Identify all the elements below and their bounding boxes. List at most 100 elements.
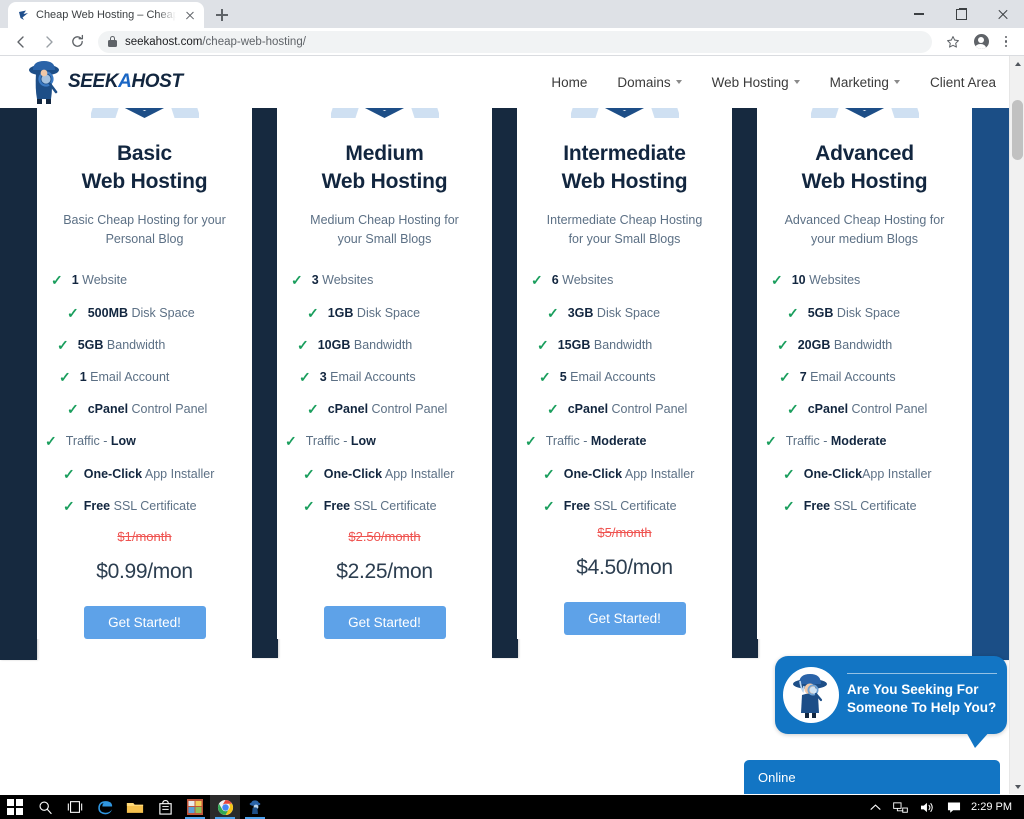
feature-text: SSL Certificate	[350, 498, 437, 513]
nav-item-marketing[interactable]: Marketing	[830, 75, 900, 90]
get-started-button[interactable]: Get Started!	[323, 605, 446, 639]
plan-name: Advanced	[815, 142, 914, 165]
nav-item-home[interactable]: Home	[551, 75, 587, 90]
address-bar[interactable]: seekahost.com/cheap-web-hosting/	[98, 30, 932, 53]
star-icon[interactable]	[940, 29, 966, 55]
logo-text-highlight: A	[118, 71, 132, 92]
feature-text: App Installer	[862, 466, 932, 481]
nav-item-domains[interactable]: Domains	[617, 75, 682, 90]
feature-text: Email Accounts	[566, 370, 656, 384]
scroll-up-icon[interactable]	[1010, 56, 1024, 71]
feature-item: ✓ cPanel Control Panel	[281, 400, 488, 418]
chrome-icon[interactable]	[210, 795, 240, 819]
minimize-icon[interactable]	[898, 0, 940, 28]
current-price: $0.99/mon	[96, 559, 193, 583]
feature-item: ✓ 20GB Bandwidth	[761, 336, 968, 354]
current-price: $4.50/mon	[576, 555, 673, 579]
plan-name-line2: Web Hosting	[81, 170, 208, 194]
windows-start-icon[interactable]	[0, 795, 30, 819]
check-icon: ✓	[63, 465, 75, 482]
volume-icon[interactable]	[914, 795, 941, 819]
feature-text: Bandwidth	[103, 337, 166, 352]
check-icon: ✓	[543, 465, 555, 482]
feature-item: ✓ 3 Websites	[281, 271, 488, 289]
feature-item: ✓ 1GB Disk Space	[281, 304, 488, 322]
task-view-icon[interactable]	[60, 795, 90, 819]
new-tab-button[interactable]	[208, 2, 236, 28]
chevron-down-icon	[893, 80, 900, 84]
edge-icon[interactable]	[90, 795, 120, 819]
feature-text: Email Accounts	[326, 370, 416, 384]
chevron-up-icon[interactable]	[864, 795, 887, 819]
check-icon: ✓	[57, 336, 69, 353]
logo-wordmark: SEEKAHOST	[68, 71, 183, 93]
nav-item-web-hosting[interactable]: Web Hosting	[712, 75, 800, 90]
feature-item: ✓ Traffic - Moderate	[761, 432, 968, 450]
plan-name-line2: Web Hosting	[561, 170, 688, 194]
scrollbar-thumb[interactable]	[1012, 100, 1023, 160]
plan-name: Medium	[345, 142, 424, 165]
feature-strong: Moderate	[590, 434, 647, 449]
check-icon: ✓	[547, 401, 559, 418]
vertical-scrollbar[interactable]	[1009, 56, 1024, 794]
feature-item: ✓ 5GB Disk Space	[761, 304, 968, 322]
feature-strong: One-Click	[323, 466, 383, 481]
profile-avatar-icon[interactable]	[968, 29, 994, 55]
detective-avatar-icon	[783, 667, 839, 723]
pricing-card-advanced: Advanced Web Hosting Advanced Cheap Host…	[757, 100, 972, 639]
microsoft-store-icon[interactable]	[150, 795, 180, 819]
feature-text: Disk Space	[833, 305, 901, 320]
toolbar-right-group	[940, 29, 1016, 55]
feature-item: ✓ 1 Email Account	[41, 368, 248, 386]
get-started-button[interactable]: Get Started!	[563, 601, 686, 635]
feature-text: Control Panel	[608, 402, 688, 417]
feature-text: SSL Certificate	[590, 498, 677, 513]
logo-text-a: SEEK	[68, 71, 119, 92]
taskbar-clock[interactable]: 2:29 PM	[967, 801, 1020, 813]
chat-invitation-bubble[interactable]: Are You Seeking For Someone To Help You?	[775, 656, 1007, 748]
current-price: $2.25/mon	[336, 559, 433, 583]
kebab-menu-icon[interactable]	[996, 31, 1016, 53]
file-explorer-icon[interactable]	[120, 795, 150, 819]
feature-item: ✓ Traffic - Moderate	[521, 432, 728, 450]
seekahost-app-icon[interactable]	[240, 795, 270, 819]
browser-tab[interactable]: Cheap Web Hosting – Cheapest Web Hosting	[8, 2, 204, 28]
url-domain: seekahost.com	[125, 35, 203, 48]
feature-strong: 15GB	[557, 337, 591, 352]
plan-features: ✓ 6 Websites ✓ 3GB Disk Space ✓ 15GB Bandwi…	[517, 249, 732, 515]
back-arrow-icon[interactable]	[8, 29, 34, 55]
nav-item-client-area[interactable]: Client Area	[930, 75, 996, 90]
check-icon: ✓	[51, 272, 63, 289]
network-icon[interactable]	[887, 795, 914, 819]
site-logo[interactable]: SEEKAHOST	[24, 59, 183, 105]
feature-strong: One-Click	[803, 466, 863, 481]
close-icon[interactable]	[982, 0, 1024, 28]
app-icon[interactable]	[180, 795, 210, 819]
reload-icon[interactable]	[64, 29, 90, 55]
get-started-button[interactable]: Get Started!	[83, 605, 206, 639]
chat-status-bar[interactable]: Online	[744, 760, 1000, 794]
feature-strong: Free	[563, 498, 591, 513]
feature-strong: 5GB	[807, 305, 834, 320]
tab-close-icon[interactable]	[182, 7, 198, 23]
nav-label: Client Area	[929, 74, 996, 90]
check-icon: ✓	[539, 369, 551, 385]
check-icon: ✓	[531, 272, 543, 289]
feature-strong: 3GB	[567, 305, 594, 320]
url-path: /cheap-web-hosting/	[202, 35, 306, 48]
feature-strong: 7	[799, 370, 807, 384]
feature-item: ✓ One-Click App Installer	[521, 465, 728, 483]
search-icon[interactable]	[30, 795, 60, 819]
maximize-icon[interactable]	[940, 0, 982, 28]
feature-strong: 500MB	[87, 305, 129, 320]
action-center-icon[interactable]	[941, 795, 967, 819]
scroll-down-icon[interactable]	[1010, 779, 1024, 794]
feature-strong: 10GB	[317, 337, 351, 352]
feature-item: ✓ 6 Websites	[521, 271, 728, 289]
browser-toolbar: seekahost.com/cheap-web-hosting/	[0, 28, 1024, 56]
check-icon: ✓	[783, 465, 795, 482]
plan-name-line2: Web Hosting	[801, 170, 928, 194]
feature-strong: Moderate	[830, 434, 887, 449]
check-icon: ✓	[307, 304, 319, 321]
forward-arrow-icon[interactable]	[36, 29, 62, 55]
